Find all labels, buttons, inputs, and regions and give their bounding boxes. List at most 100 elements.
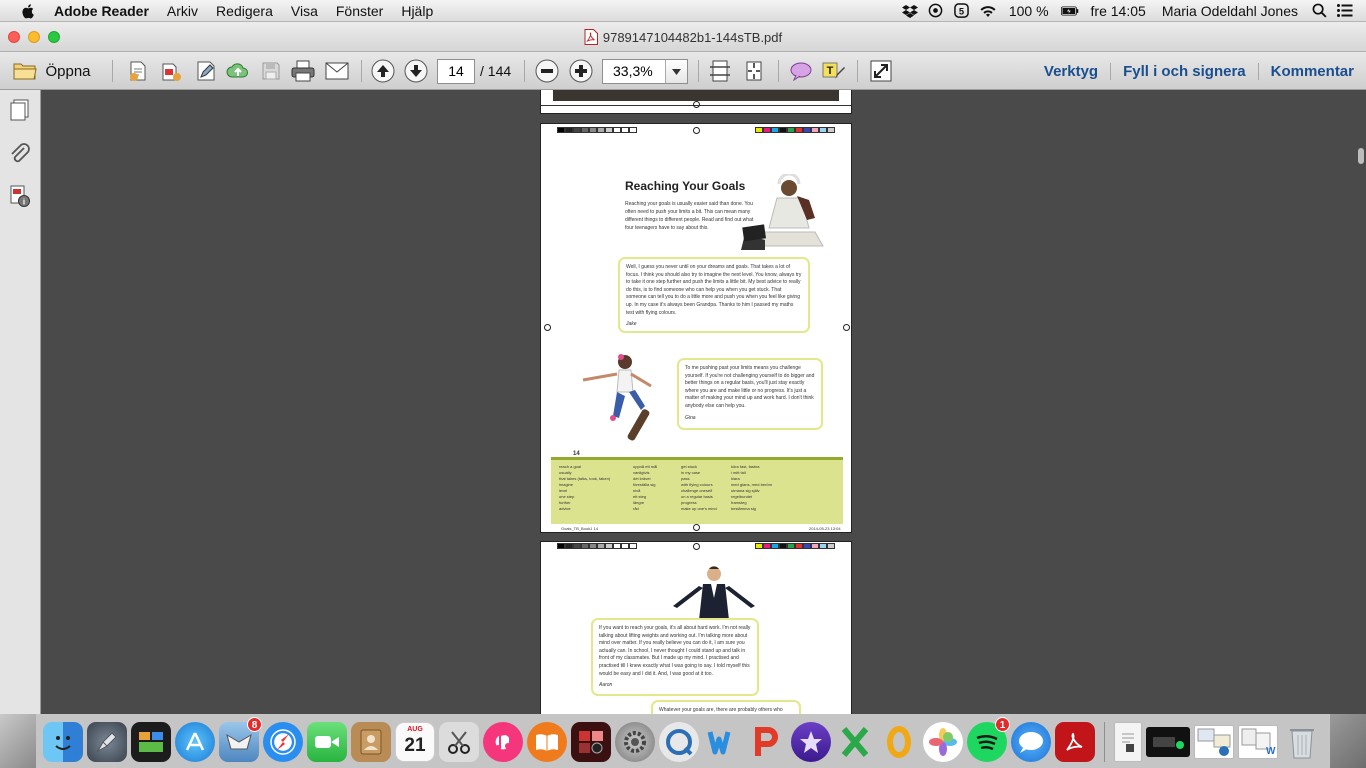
page-photo-strip — [553, 90, 839, 101]
edit-pdf-icon — [197, 61, 215, 81]
mission-control-icon[interactable] — [131, 721, 171, 762]
ibooks-icon[interactable] — [527, 721, 567, 762]
excel-icon[interactable] — [835, 722, 875, 762]
page-number-input[interactable]: 14 — [437, 59, 475, 84]
jake-speech-bubble: Well, I guess you never until on your dr… — [618, 257, 810, 333]
menu-redigera[interactable]: Redigera — [207, 0, 282, 22]
speech-bubble-icon — [790, 62, 812, 81]
print-slug-left: Goals_TB_Book1 14 — [561, 526, 598, 531]
next-page-button[interactable] — [403, 58, 429, 84]
combine-files-button[interactable] — [158, 58, 184, 84]
zoom-level-select[interactable]: 33,3% — [602, 59, 688, 84]
maximize-window-button[interactable] — [48, 31, 60, 43]
battery-percentage: 100 % — [1008, 2, 1049, 19]
scrolling-mode-button[interactable] — [707, 58, 733, 84]
calendar-icon[interactable]: AUG 21 — [395, 721, 435, 762]
open-button[interactable]: Öppna — [8, 58, 96, 84]
zoom-out-button[interactable] — [534, 58, 560, 84]
dock-separator — [1104, 721, 1105, 762]
menu-visa[interactable]: Visa — [282, 0, 327, 22]
menu-hjalp[interactable]: Hjälp — [392, 0, 442, 22]
zoom-in-button[interactable] — [568, 58, 594, 84]
edit-pdf-button[interactable] — [193, 58, 219, 84]
system-preferences-icon[interactable] — [615, 721, 655, 762]
launchpad-icon[interactable] — [87, 721, 127, 762]
app-store-icon[interactable] — [175, 721, 215, 762]
menu-app-name[interactable]: Adobe Reader — [54, 0, 158, 22]
cloud-upload-icon — [226, 63, 248, 78]
attachments-paperclip-icon[interactable] — [8, 142, 32, 166]
vocab-column-4: köra fast, fastna i mitt fall klara med gla… — [731, 464, 772, 511]
calendar-day: 21 — [404, 734, 426, 756]
plus-icon — [569, 59, 593, 83]
powerpoint-icon[interactable] — [747, 722, 787, 762]
wifi-icon[interactable] — [979, 3, 997, 19]
email-button[interactable] — [323, 58, 351, 84]
menu-arkiv[interactable]: Arkiv — [158, 0, 207, 22]
imovie-star-icon[interactable] — [791, 721, 831, 762]
fit-page-button[interactable] — [741, 58, 767, 84]
color-swatch-bar — [755, 543, 835, 549]
create-pdf-button[interactable] — [125, 58, 151, 84]
expand-icon — [870, 60, 892, 82]
close-window-button[interactable] — [8, 31, 20, 43]
toolbar: Öppna 14 / 144 33,3% T Verktyg Fyll i oc… — [0, 52, 1366, 90]
menubar-user[interactable]: Maria Odeldahl Jones — [1154, 3, 1306, 19]
fill-sign-pane-link[interactable]: Fyll i och signera — [1110, 62, 1258, 80]
page-total-label: / 144 — [480, 63, 512, 79]
highlight-text-button[interactable]: T — [820, 58, 846, 84]
window-title-bar: 9789147104482b1-144sTB.pdf — [0, 22, 1366, 52]
upload-cloud-button[interactable] — [225, 58, 251, 84]
document-view[interactable]: Reaching Your Goals Reaching your goals … — [41, 90, 1356, 714]
finder-icon[interactable] — [43, 721, 83, 762]
girl-skateboarding-image — [582, 354, 652, 441]
print-button[interactable] — [290, 58, 316, 84]
minimize-window-button[interactable] — [28, 31, 40, 43]
chevron-down-icon[interactable] — [665, 60, 687, 83]
photos-icon[interactable] — [923, 721, 963, 762]
mail-icon[interactable]: 8 — [219, 716, 262, 762]
print-slug-right: 2014-05-23 13:04 — [809, 526, 841, 531]
menubar-clock[interactable]: fre 14:05 — [1083, 3, 1154, 19]
safari-icon[interactable] — [263, 721, 303, 762]
itunes-icon[interactable] — [483, 721, 523, 762]
screenshot-stack-icon[interactable] — [1194, 724, 1234, 759]
outlook-icon[interactable] — [879, 722, 919, 762]
comment-pane-link[interactable]: Kommentar — [1257, 62, 1366, 80]
minimized-window-icon[interactable] — [1146, 726, 1190, 757]
menu-fonster[interactable]: Fönster — [327, 0, 392, 22]
contacts-icon[interactable] — [351, 721, 391, 762]
preview-scissors-icon[interactable] — [439, 721, 479, 762]
full-screen-button[interactable] — [868, 58, 894, 84]
menu-bar: Adobe Reader Arkiv Redigera Visa Fönster… — [0, 0, 1366, 22]
messages-icon[interactable] — [1011, 721, 1051, 762]
svg-text:5: 5 — [959, 6, 964, 16]
dropbox-icon[interactable] — [901, 3, 919, 19]
apple-menu-icon[interactable] — [20, 3, 38, 19]
dock: 8 AUG 21 1 W — [36, 714, 1330, 768]
quicktime-icon[interactable] — [659, 721, 699, 762]
page-thumbnails-icon[interactable] — [8, 98, 32, 122]
word-icon[interactable] — [703, 722, 743, 762]
notification-center-icon[interactable] — [1336, 3, 1354, 19]
pdf-page-14: Reaching Your Goals Reaching your goals … — [540, 123, 852, 533]
save-button[interactable] — [258, 58, 284, 84]
downloads-stack-icon[interactable]: W — [1238, 724, 1278, 759]
facetime-icon[interactable] — [307, 721, 347, 762]
battery-charging-icon[interactable] — [1060, 3, 1079, 19]
spotify-icon[interactable]: 1 — [967, 716, 1010, 762]
add-comment-button[interactable] — [788, 58, 814, 84]
previous-page-button[interactable] — [370, 58, 396, 84]
sync-status-icon[interactable] — [927, 3, 945, 19]
adobe-reader-icon[interactable] — [1055, 721, 1095, 762]
scrollbar-thumb[interactable] — [1358, 148, 1364, 164]
app-5-status-icon[interactable]: 5 — [953, 3, 971, 19]
photo-booth-icon[interactable] — [571, 721, 611, 762]
vertical-scrollbar[interactable] — [1356, 90, 1366, 714]
document-stack-icon[interactable] — [1114, 721, 1142, 762]
next-speech-bubble: Whatever your goals are, there are proba… — [651, 700, 801, 714]
signatures-icon[interactable]: i — [8, 184, 32, 208]
tools-pane-link[interactable]: Verktyg — [1032, 63, 1110, 80]
spotlight-search-icon[interactable] — [1310, 3, 1328, 19]
trash-icon[interactable] — [1282, 722, 1322, 762]
